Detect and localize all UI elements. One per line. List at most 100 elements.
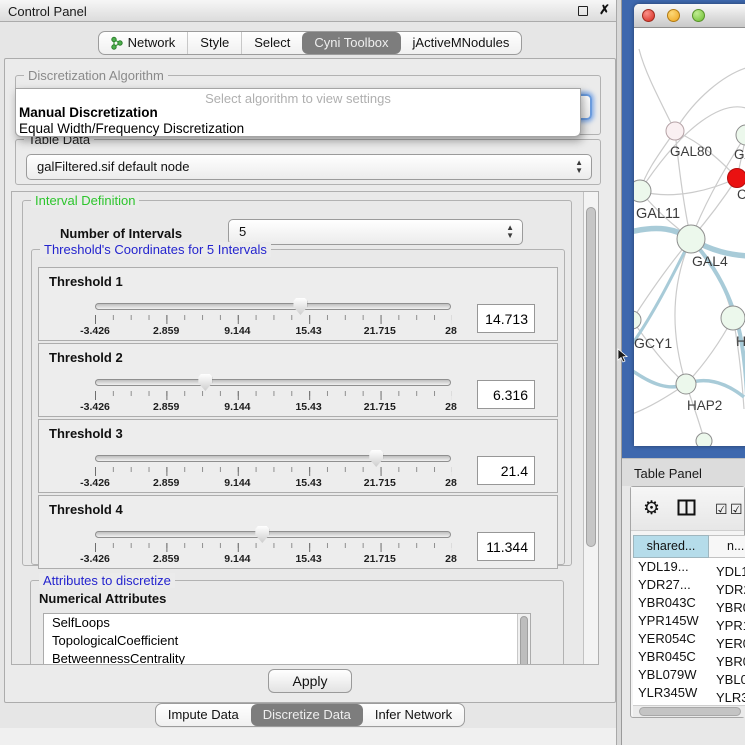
scrollbar-thumb[interactable] (639, 707, 741, 716)
tab-select[interactable]: Select (241, 32, 302, 54)
zoom-traffic-light-icon[interactable] (692, 9, 705, 22)
interval-definition-title: Interval Definition (31, 193, 139, 208)
attribute-list-item[interactable]: BetweennessCentrality (44, 650, 530, 665)
number-of-intervals-label: Number of Intervals (60, 226, 182, 241)
node-partial-top-right[interactable] (736, 125, 745, 145)
threshold-3-value-field[interactable]: 21.4 (477, 456, 535, 485)
column-header-shared-name[interactable]: shared... (633, 535, 709, 558)
close-traffic-light-icon[interactable] (642, 9, 655, 22)
node-gal4[interactable] (677, 225, 705, 253)
scrollbar-thumb[interactable] (520, 616, 528, 665)
settings-vertical-scrollbar[interactable] (583, 192, 598, 664)
tab-impute-data[interactable]: Impute Data (156, 704, 251, 726)
network-canvas[interactable]: GAL80 GA C GAL11 GAL4 H GCY1 HAP2 (634, 29, 745, 446)
node-gal80[interactable] (666, 122, 684, 140)
slider-tick-labels: -3.4262.8599.14415.4321.71528 (95, 401, 451, 414)
table-panel-header: Table Panel (622, 458, 745, 486)
apply-button[interactable]: Apply (268, 669, 352, 693)
close-icon[interactable]: ✗ (599, 2, 610, 18)
tick-label: 9.144 (224, 325, 250, 337)
table-cell-shared-name[interactable]: YDR27... (633, 576, 713, 594)
tab-style[interactable]: Style (187, 32, 241, 54)
threshold-1-slider[interactable]: -3.4262.8599.14415.4321.71528 (95, 294, 451, 340)
threshold-2-value-field[interactable]: 6.316 (477, 380, 535, 409)
table-cell-shared-name[interactable]: YDL19... (633, 558, 713, 576)
table-row[interactable]: YPR145WYPR1 (633, 612, 745, 630)
scrollbar-thumb[interactable] (586, 207, 596, 547)
attributes-scrollbar[interactable] (517, 614, 530, 665)
label-partial-low: H (736, 333, 745, 349)
threshold-1-label: Threshold 1 (49, 274, 123, 289)
table-cell-shared-name[interactable]: YBL079W (633, 666, 713, 684)
threshold-4-value-field[interactable]: 11.344 (477, 532, 535, 561)
table-cell-shared-name[interactable]: YER054C (633, 630, 713, 648)
table-cell-shared-name[interactable]: YBR043C (633, 594, 713, 612)
table-row[interactable]: YDL19...YDL1 (633, 558, 745, 576)
tab-infer-network[interactable]: Infer Network (363, 704, 464, 726)
threshold-1-value-field[interactable]: 14.713 (477, 304, 535, 333)
table-cell-shared-name[interactable]: YLR345W (633, 684, 713, 702)
network-window-titlebar[interactable] (634, 4, 745, 28)
tab-network[interactable]: Network (99, 32, 188, 54)
checkbox-checked-icon[interactable]: ☑ (730, 501, 743, 518)
dropdown-item-equal-width[interactable]: Equal Width/Frequency Discretization (16, 121, 580, 137)
tick-label: -3.426 (80, 401, 110, 413)
split-column-icon[interactable] (677, 499, 696, 516)
table-panel-title: Table Panel (634, 466, 702, 481)
table-cell-shared-name[interactable]: YBR045C (633, 648, 713, 666)
table-row[interactable]: YLR345WYLR3 (633, 684, 745, 702)
float-window-icon[interactable] (578, 6, 588, 16)
slider-track[interactable] (95, 379, 451, 386)
threshold-3-panel: Threshold 3 -3.4262.8599.14415.4321.7152… (38, 419, 558, 493)
tab-cyni-toolbox[interactable]: Cyni Toolbox (302, 32, 400, 54)
thresholds-title: Threshold's Coordinates for 5 Intervals (40, 242, 271, 257)
table-row[interactable]: YER054CYER0 (633, 630, 745, 648)
node-selected-red[interactable] (728, 169, 745, 188)
slider-thumb[interactable] (293, 298, 307, 315)
network-view-window: GAL80 GA C GAL11 GAL4 H GCY1 HAP2 (634, 4, 745, 446)
number-of-intervals-combobox[interactable]: 5 ▲▼ (228, 219, 523, 245)
slider-ticks (95, 315, 452, 324)
table-row[interactable]: YBL079WYBL0 (633, 666, 745, 684)
tick-label: -3.426 (80, 477, 110, 489)
tick-label: 28 (445, 401, 457, 413)
threshold-2-label: Threshold 2 (49, 350, 123, 365)
table-data-combobox[interactable]: galFiltered.sif default node ▲▼ (26, 154, 592, 180)
slider-track[interactable] (95, 531, 451, 538)
node-gal11[interactable] (634, 180, 651, 202)
table-horizontal-scrollbar[interactable] (633, 705, 745, 717)
number-of-intervals-value: 5 (239, 224, 246, 239)
table-data-value: galFiltered.sif default node (37, 159, 189, 174)
dropdown-item-manual-discretization[interactable]: Manual Discretization (16, 105, 580, 121)
table-row[interactable]: YBR045CYBR0 (633, 648, 745, 666)
table-row[interactable]: YBR043CYBR0 (633, 594, 745, 612)
tab-discretize-data[interactable]: Discretize Data (251, 704, 363, 726)
tab-jactivemnodules[interactable]: jActiveMNodules (401, 32, 522, 54)
table-row[interactable]: YDR27...YDR2 (633, 576, 745, 594)
threshold-4-slider[interactable]: -3.4262.8599.14415.4321.71528 (95, 522, 451, 568)
table-cell-shared-name[interactable]: YPR145W (633, 612, 713, 630)
slider-track[interactable] (95, 303, 451, 310)
column-header-name[interactable]: n... (709, 535, 745, 558)
threshold-3-slider[interactable]: -3.4262.8599.14415.4321.71528 (95, 446, 451, 492)
slider-ticks (95, 467, 452, 476)
attribute-list-item[interactable]: TopologicalCoefficient (44, 632, 530, 650)
slider-thumb[interactable] (369, 450, 383, 467)
node-right-mid[interactable] (721, 306, 745, 330)
node-gcy1[interactable] (634, 311, 641, 329)
gear-icon[interactable]: ⚙ (643, 497, 660, 520)
checkbox-checked-icon[interactable]: ☑ (715, 501, 728, 518)
minimize-traffic-light-icon[interactable] (667, 9, 680, 22)
slider-thumb[interactable] (198, 374, 212, 391)
slider-thumb[interactable] (255, 526, 269, 543)
node-bottom-partial[interactable] (696, 433, 712, 446)
attribute-list-item[interactable]: SelfLoops (44, 614, 530, 632)
label-partial-top: GA (734, 147, 745, 162)
node-hap2[interactable] (676, 374, 696, 394)
tick-label: 15.43 (295, 477, 321, 489)
threshold-4-panel: Threshold 4 -3.4262.8599.14415.4321.7152… (38, 495, 558, 569)
slider-ticks (95, 543, 452, 552)
threshold-2-slider[interactable]: -3.4262.8599.14415.4321.71528 (95, 370, 451, 416)
numerical-attributes-list[interactable]: SelfLoopsTopologicalCoefficientBetweenne… (43, 613, 531, 665)
slider-track[interactable] (95, 455, 451, 462)
